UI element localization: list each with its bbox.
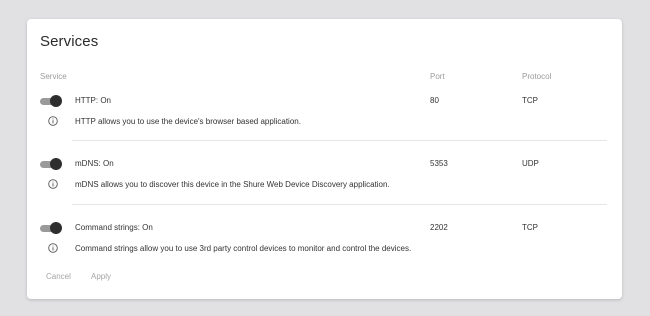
service-description: Command strings allow you to use 3rd par… xyxy=(75,244,412,253)
command-strings-toggle[interactable] xyxy=(40,222,62,234)
column-header-protocol: Protocol xyxy=(522,72,552,81)
service-description: HTTP allows you to use the device's brow… xyxy=(75,117,301,126)
toggle-knob xyxy=(50,95,62,107)
mdns-toggle[interactable] xyxy=(40,158,62,170)
service-port: 5353 xyxy=(430,159,448,168)
column-header-port: Port xyxy=(430,72,445,81)
info-icon xyxy=(48,243,58,253)
service-name: HTTP: On xyxy=(75,96,112,105)
service-row-command-strings: Command strings: On 2202 TCP Command str… xyxy=(27,215,622,277)
service-port: 80 xyxy=(430,96,439,105)
service-name: Command strings: On xyxy=(75,223,153,232)
toggle-knob xyxy=(50,158,62,170)
service-protocol: UDP xyxy=(522,159,539,168)
page-title: Services xyxy=(40,33,99,50)
divider xyxy=(72,140,607,141)
http-toggle[interactable] xyxy=(40,95,62,107)
apply-button[interactable]: Apply xyxy=(91,272,111,281)
service-protocol: TCP xyxy=(522,96,538,105)
toggle-knob xyxy=(50,222,62,234)
info-icon xyxy=(48,116,58,126)
divider xyxy=(72,204,607,205)
cancel-button[interactable]: Cancel xyxy=(46,272,71,281)
info-icon xyxy=(48,179,58,189)
service-port: 2202 xyxy=(430,223,448,232)
service-name: mDNS: On xyxy=(75,159,114,168)
service-protocol: TCP xyxy=(522,223,538,232)
service-description: mDNS allows you to discover this device … xyxy=(75,180,390,189)
column-header-service: Service xyxy=(40,72,67,81)
services-card: Services Service Port Protocol HTTP: On … xyxy=(27,19,622,299)
